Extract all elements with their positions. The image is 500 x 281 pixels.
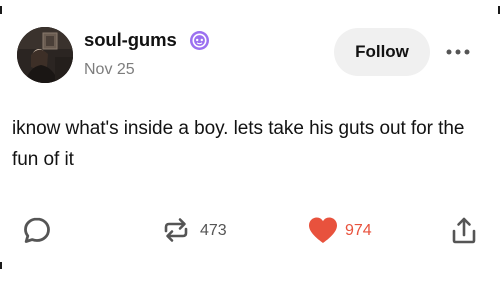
ellipsis-icon[interactable]: [444, 42, 472, 62]
verified-badge-icon: [190, 31, 209, 50]
reblog-count: 473: [200, 222, 227, 239]
like-button[interactable]: [306, 214, 340, 246]
edge-marker: [0, 6, 2, 14]
share-icon: [452, 217, 476, 244]
post-text: iknow what's inside a boy. lets take his…: [12, 118, 465, 170]
reblog-button[interactable]: [160, 214, 192, 246]
follow-button[interactable]: Follow: [334, 28, 430, 76]
share-button[interactable]: [450, 214, 478, 246]
post-date: Nov 25: [84, 61, 135, 78]
edge-marker: [0, 262, 2, 269]
author-name[interactable]: soul-gums: [84, 29, 177, 51]
reblog-icon: [164, 218, 188, 242]
like-count: 974: [345, 222, 372, 239]
avatar[interactable]: [17, 27, 73, 83]
reply-button[interactable]: [21, 214, 53, 246]
speech-bubble-icon: [24, 217, 50, 243]
heart-icon: [309, 217, 337, 243]
